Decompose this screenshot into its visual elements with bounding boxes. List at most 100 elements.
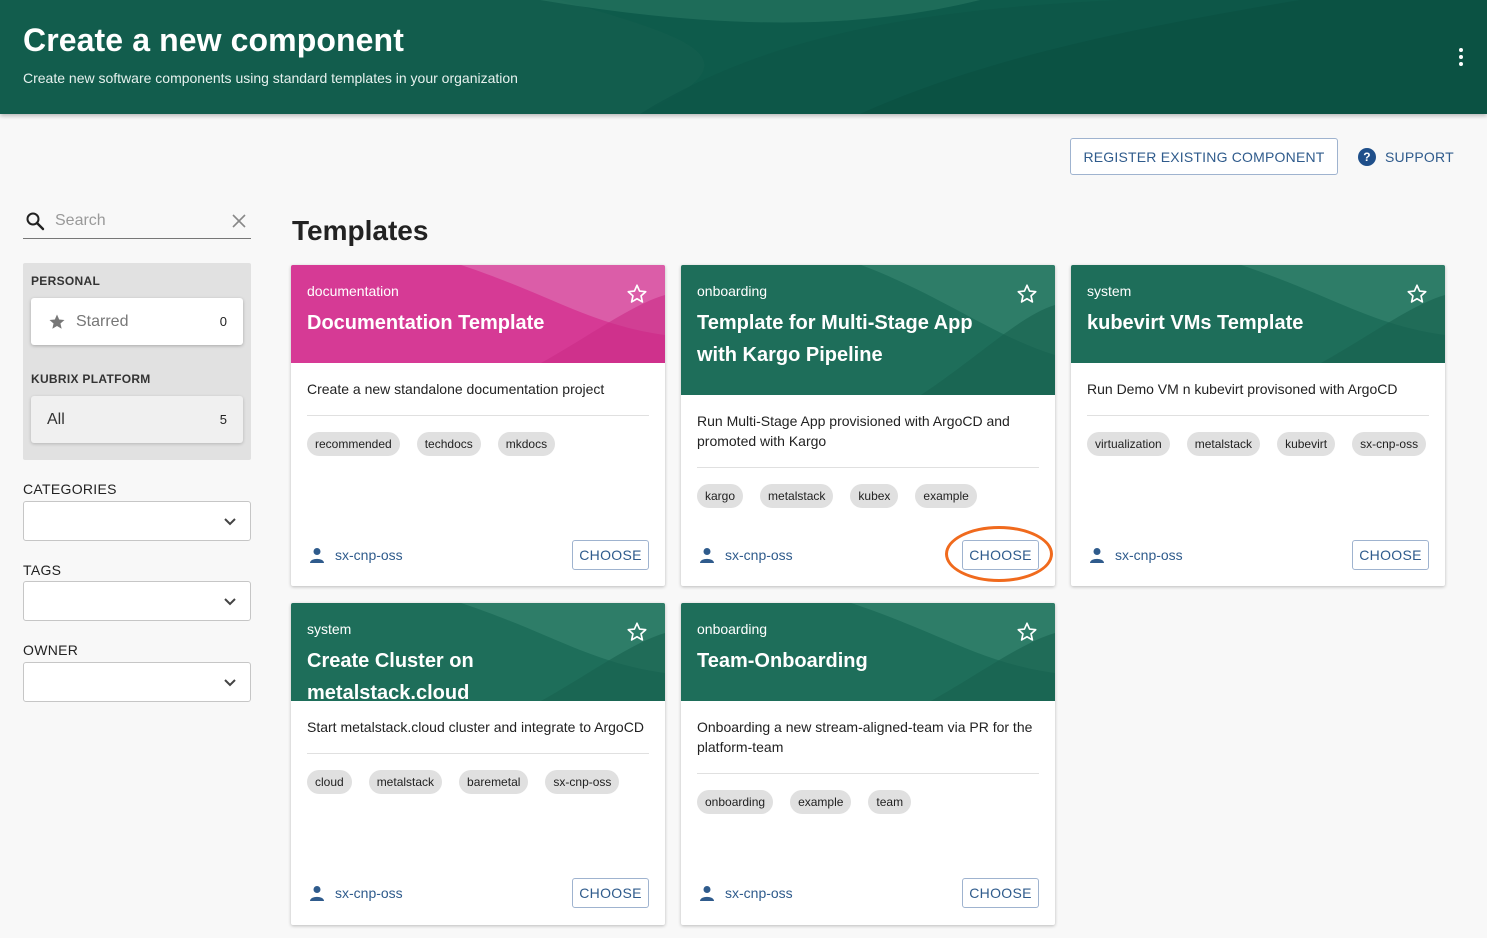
tag-chip[interactable]: recommended — [307, 432, 400, 456]
tag-chip[interactable]: sx-cnp-oss — [1352, 432, 1427, 456]
card-description: Onboarding a new stream-aligned-team via… — [697, 719, 1033, 755]
card-tags: onboarding example team — [697, 790, 912, 814]
tag-chip[interactable]: kubevirt — [1277, 432, 1336, 456]
owner-name: sx-cnp-oss — [1115, 547, 1183, 563]
card-type: system — [307, 621, 352, 637]
star-outline-icon[interactable] — [626, 283, 648, 305]
card-description: Create a new standalone documentation pr… — [307, 381, 605, 397]
template-card-kubevirt: system kubevirt VMs Template Run Demo VM… — [1071, 265, 1445, 586]
card-owner-link[interactable]: sx-cnp-oss — [1089, 547, 1183, 563]
search-bar — [23, 204, 251, 239]
card-owner-link[interactable]: sx-cnp-oss — [309, 885, 403, 901]
categories-label: CATEGORIES — [23, 481, 117, 497]
card-divider — [697, 773, 1039, 774]
personal-label: PERSONAL — [31, 274, 101, 288]
owner-select[interactable] — [23, 662, 251, 702]
close-icon[interactable] — [231, 213, 247, 229]
tag-chip[interactable]: mkdocs — [497, 432, 556, 456]
templates-heading: Templates — [292, 215, 429, 246]
starred-filter[interactable]: Starred 0 — [31, 298, 243, 345]
user-icon — [1090, 548, 1104, 563]
support-label: SUPPORT — [1385, 149, 1454, 165]
card-tags: cloud metalstack baremetal sx-cnp-oss — [307, 770, 620, 794]
user-icon — [700, 548, 714, 563]
tag-chip[interactable]: metalstack — [760, 484, 834, 508]
choose-button[interactable]: CHOOSE — [962, 540, 1039, 570]
card-divider — [307, 753, 649, 754]
user-icon — [310, 886, 324, 901]
tag-chip[interactable]: metalstack — [368, 770, 443, 794]
star-outline-icon[interactable] — [1406, 283, 1428, 305]
owner-name: sx-cnp-oss — [335, 885, 403, 901]
owner-name: sx-cnp-oss — [335, 547, 403, 563]
choose-button[interactable]: CHOOSE — [572, 878, 649, 908]
tag-chip[interactable]: example — [790, 790, 852, 814]
tag-chip[interactable]: metalstack — [1186, 432, 1261, 456]
card-type: onboarding — [697, 283, 768, 299]
card-header: system kubevirt VMs Template — [1071, 265, 1445, 363]
tag-chip[interactable]: sx-cnp-oss — [545, 770, 620, 794]
template-card-metalstack-cluster: system Create Cluster on metalstack.clou… — [291, 603, 665, 925]
card-title: Template for Multi-Stage App with Kargo … — [697, 312, 973, 366]
tag-chip[interactable]: kubex — [850, 484, 899, 508]
owner-label: OWNER — [23, 642, 79, 658]
choose-button[interactable]: CHOOSE — [1352, 540, 1429, 570]
tag-chip[interactable]: virtualization — [1087, 432, 1170, 456]
chevron-down-icon — [224, 518, 236, 526]
star-outline-icon[interactable] — [626, 621, 648, 643]
tag-chip[interactable]: onboarding — [697, 790, 774, 814]
tag-chip[interactable]: baremetal — [459, 770, 529, 794]
page-header: Create a new component Create new softwa… — [0, 0, 1487, 114]
more-vertical-icon[interactable] — [1450, 44, 1472, 70]
starred-count: 0 — [219, 314, 227, 329]
tag-chip[interactable]: team — [868, 790, 912, 814]
search-input[interactable] — [55, 212, 225, 230]
register-existing-component-button[interactable]: REGISTER EXISTING COMPONENT — [1070, 138, 1338, 175]
categories-select[interactable] — [23, 501, 251, 541]
choose-button[interactable]: CHOOSE — [962, 878, 1039, 908]
card-title: Create Cluster on metalstack.cloud — [307, 650, 474, 701]
card-tags: kargo metalstack kubex example — [697, 484, 977, 508]
tag-chip[interactable]: cloud — [307, 770, 352, 794]
star-outline-icon[interactable] — [1016, 621, 1038, 643]
choose-button[interactable]: CHOOSE — [572, 540, 649, 570]
help-circle-icon: ? — [1358, 148, 1376, 166]
user-icon — [700, 886, 714, 901]
card-divider — [1087, 415, 1429, 416]
star-outline-icon[interactable] — [1016, 283, 1038, 305]
card-title: Documentation Template — [307, 312, 545, 334]
card-type: onboarding — [697, 621, 768, 637]
chevron-down-icon — [224, 679, 236, 687]
tag-chip[interactable]: techdocs — [416, 432, 481, 456]
starred-label: Starred — [76, 312, 129, 330]
support-button[interactable]: ? SUPPORT — [1358, 146, 1454, 168]
tag-chip[interactable]: example — [915, 484, 977, 508]
card-title: kubevirt VMs Template — [1087, 312, 1304, 334]
card-owner-link[interactable]: sx-cnp-oss — [309, 547, 403, 563]
search-icon — [26, 212, 45, 231]
tag-chip[interactable]: kargo — [697, 484, 744, 508]
tags-select[interactable] — [23, 581, 251, 621]
page-subtitle: Create new software components using sta… — [23, 70, 518, 86]
chevron-down-icon — [224, 598, 236, 606]
card-header: documentation Documentation Template — [291, 265, 665, 363]
card-header: onboarding Template for Multi-Stage App … — [681, 265, 1055, 395]
card-title: Team-Onboarding — [697, 650, 868, 672]
card-description: Start metalstack.cloud cluster and integ… — [307, 719, 644, 735]
card-tags: recommended techdocs mkdocs — [307, 432, 556, 456]
owner-name: sx-cnp-oss — [725, 885, 793, 901]
all-filter[interactable]: All 5 — [31, 396, 243, 443]
platform-label: KUBRIX PLATFORM — [31, 372, 151, 386]
template-card-kargo-pipeline: onboarding Template for Multi-Stage App … — [681, 265, 1055, 586]
star-icon — [49, 314, 65, 329]
card-divider — [307, 415, 649, 416]
template-card-documentation: documentation Documentation Template Cre… — [291, 265, 665, 586]
card-owner-link[interactable]: sx-cnp-oss — [699, 885, 793, 901]
card-header: system Create Cluster on metalstack.clou… — [291, 603, 665, 701]
card-owner-link[interactable]: sx-cnp-oss — [699, 547, 793, 563]
tags-label: TAGS — [23, 562, 62, 578]
user-icon — [310, 548, 324, 563]
card-type: documentation — [307, 283, 399, 299]
owner-name: sx-cnp-oss — [725, 547, 793, 563]
page-title: Create a new component — [23, 22, 404, 58]
